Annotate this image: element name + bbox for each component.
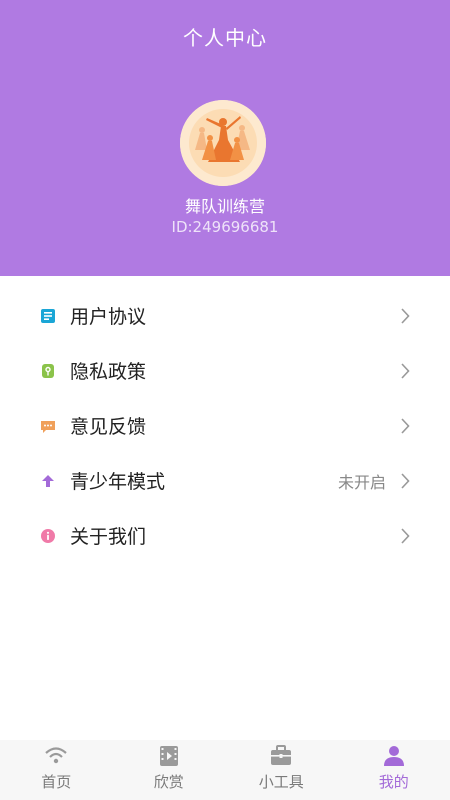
tab-label: 首页 xyxy=(41,773,72,791)
menu-item-privacy-policy[interactable]: 隐私政策 xyxy=(0,343,450,398)
tab-label: 小工具 xyxy=(258,773,304,791)
chevron-right-icon xyxy=(400,417,410,434)
bottom-tab-bar: 首页 欣赏 小工具 我的 xyxy=(0,740,450,800)
toolbox-icon xyxy=(269,745,293,767)
tab-label: 欣赏 xyxy=(153,773,184,791)
menu-item-label: 关于我们 xyxy=(70,526,147,548)
menu-item-teen-mode[interactable]: 青少年模式 未开启 xyxy=(0,453,450,508)
dancers-avatar-image xyxy=(180,100,266,186)
tab-home[interactable]: 首页 xyxy=(0,740,113,800)
document-icon xyxy=(40,308,56,324)
message-icon xyxy=(40,418,56,434)
tab-appreciate[interactable]: 欣赏 xyxy=(113,740,226,800)
privacy-lock-icon xyxy=(40,363,56,379)
menu-item-about-us[interactable]: 关于我们 xyxy=(0,508,450,563)
menu-item-label: 用户协议 xyxy=(70,306,147,328)
tab-tools[interactable]: 小工具 xyxy=(225,740,338,800)
chevron-right-icon xyxy=(400,307,410,324)
menu-item-label: 青少年模式 xyxy=(70,471,166,493)
profile-header: 个人中心 舞队训练营 ID:249696681 xyxy=(0,0,450,276)
profile-page: 个人中心 舞队训练营 ID:249696681 用户协议 隐私政策 意见反馈 青… xyxy=(0,0,450,800)
chevron-right-icon xyxy=(400,472,410,489)
chevron-right-icon xyxy=(400,527,410,544)
avatar[interactable] xyxy=(180,100,266,186)
tab-label: 我的 xyxy=(378,773,409,791)
menu-item-label: 意见反馈 xyxy=(70,416,147,438)
page-title: 个人中心 xyxy=(183,26,267,50)
username: 舞队训练营 xyxy=(184,197,265,216)
menu-item-feedback[interactable]: 意见反馈 xyxy=(0,398,450,453)
user-icon xyxy=(382,745,406,767)
settings-menu: 用户协议 隐私政策 意见反馈 青少年模式 未开启 关于我们 xyxy=(0,288,450,563)
wifi-icon xyxy=(44,745,68,767)
info-icon xyxy=(40,528,56,544)
teen-mode-arrow-icon xyxy=(40,473,56,489)
chevron-right-icon xyxy=(400,362,410,379)
tab-mine[interactable]: 我的 xyxy=(338,740,450,800)
user-id: ID:249696681 xyxy=(171,218,279,236)
menu-item-label: 隐私政策 xyxy=(70,361,147,383)
teen-mode-status: 未开启 xyxy=(337,472,386,492)
menu-item-user-agreement[interactable]: 用户协议 xyxy=(0,288,450,343)
video-icon xyxy=(157,745,181,767)
